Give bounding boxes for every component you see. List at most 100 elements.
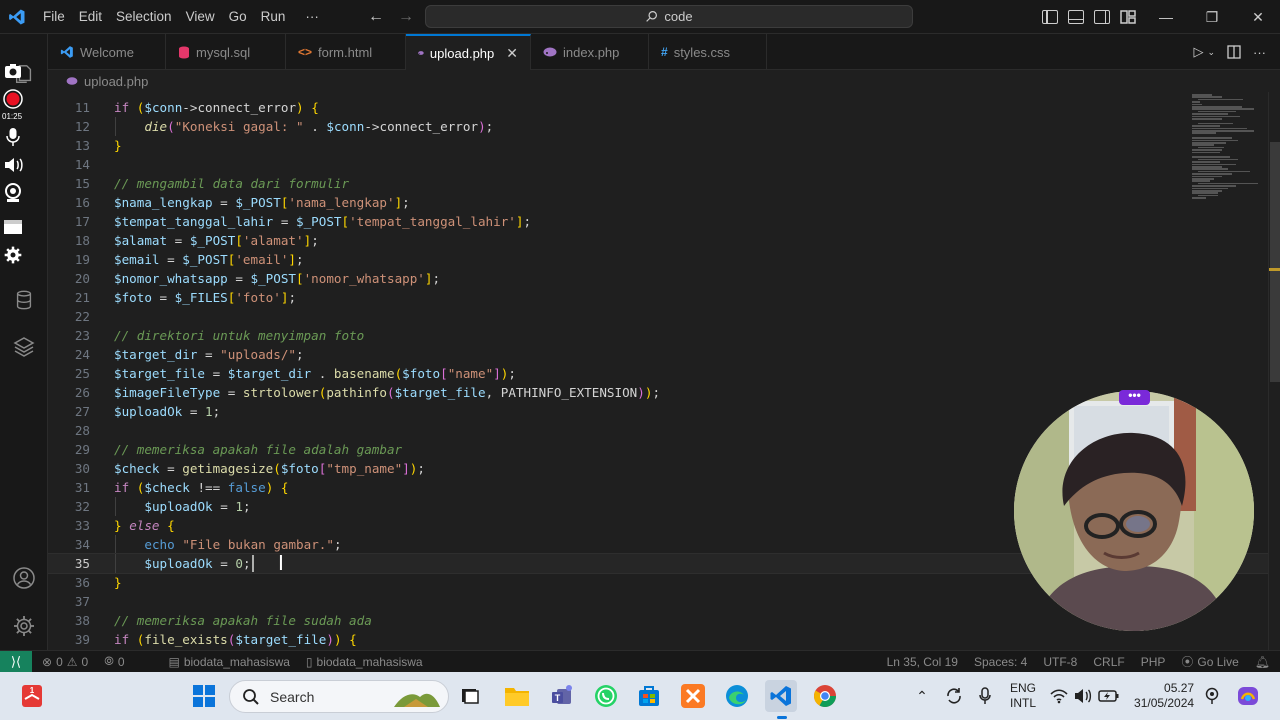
- account-icon[interactable]: [10, 564, 38, 592]
- notifications-bell-icon[interactable]: 🔔︎: [1247, 655, 1280, 669]
- camera-icon[interactable]: [2, 60, 24, 82]
- database-icon[interactable]: [10, 286, 38, 314]
- code-line[interactable]: 17 $tempat_tanggal_lahir = $_POST['tempat…: [48, 212, 1268, 231]
- code-line[interactable]: 26 $imageFileType = strtolower(pathinfo($…: [48, 383, 1268, 402]
- scrollbar-thumb[interactable]: [1270, 142, 1280, 382]
- toggle-secondary-sidebar-icon[interactable]: [1094, 10, 1110, 24]
- chevron-down-icon[interactable]: ⌄: [1207, 47, 1215, 58]
- start-windows-icon[interactable]: [188, 680, 220, 712]
- code-line[interactable]: 19 $email = $_POST['email'];: [48, 250, 1268, 269]
- speaker-icon[interactable]: [2, 154, 24, 176]
- whatsapp-icon[interactable]: [590, 680, 622, 712]
- chevron-up-icon[interactable]: ⌃: [910, 688, 934, 705]
- forward-arrow-icon[interactable]: →: [398, 8, 414, 26]
- encoding[interactable]: UTF-8: [1035, 655, 1085, 669]
- vertical-scrollbar[interactable]: [1268, 92, 1280, 650]
- tab-mysql-sql[interactable]: mysql.sql: [166, 34, 286, 70]
- breadcrumb-file[interactable]: upload.php: [84, 74, 148, 89]
- code-line[interactable]: 25 $target_file = $target_dir . basename(…: [48, 364, 1268, 383]
- code-line[interactable]: 16 $nama_lengkap = $_POST['nama_lengkap']…: [48, 193, 1268, 212]
- clock[interactable]: 05.27 31/05/2024: [1134, 681, 1194, 711]
- code-line[interactable]: 22: [48, 307, 1268, 326]
- run-icon[interactable]: ▷: [1193, 44, 1203, 60]
- code-line[interactable]: 20 $nomor_whatsapp = $_POST['nomor_whatsa…: [48, 269, 1268, 288]
- branch-indicator-2[interactable]: ▯ biodata_mahasiswa: [298, 655, 431, 669]
- code-line[interactable]: 12 die("Koneksi gagal: " . $conn->connect…: [48, 117, 1268, 136]
- tab-welcome[interactable]: Welcome: [48, 34, 166, 70]
- record-icon[interactable]: [2, 88, 24, 110]
- tab-upload-php[interactable]: upload.php ✕: [406, 34, 531, 70]
- toggle-primary-sidebar-icon[interactable]: [1042, 10, 1058, 24]
- microphone-icon[interactable]: [978, 686, 992, 706]
- warning-count: 0: [81, 654, 89, 669]
- volume-icon[interactable]: [1074, 688, 1092, 704]
- xampp-icon[interactable]: [677, 680, 709, 712]
- remote-indicator-icon[interactable]: ⟩⟨: [0, 650, 32, 673]
- code-line[interactable]: 24 $target_dir = "uploads/";: [48, 345, 1268, 364]
- tab-styles-css[interactable]: # styles.css: [649, 34, 767, 70]
- toggle-panel-icon[interactable]: [1068, 10, 1084, 24]
- ports-indicator[interactable]: ⦾ 0: [96, 654, 132, 669]
- line-code: echo "File bukan gambar.";: [144, 535, 341, 554]
- code-line[interactable]: 23 // direktori untuk menyimpan foto: [48, 326, 1268, 345]
- menu-file[interactable]: File: [36, 0, 72, 34]
- split-editor-icon[interactable]: [1227, 45, 1241, 59]
- indentation[interactable]: Spaces: 4: [966, 655, 1035, 669]
- task-view-icon[interactable]: [454, 680, 486, 712]
- back-arrow-icon[interactable]: ←: [368, 8, 384, 26]
- menu-view[interactable]: View: [179, 0, 222, 34]
- tab-form-html[interactable]: <> form.html: [286, 34, 406, 70]
- code-line[interactable]: 21 $foto = $_FILES['foto'];: [48, 288, 1268, 307]
- edge-browser-icon[interactable]: [721, 680, 753, 712]
- file-explorer-icon[interactable]: [501, 680, 533, 712]
- menu-edit[interactable]: Edit: [72, 0, 109, 34]
- keyboard-language[interactable]: ENG INTL: [1010, 681, 1036, 711]
- cursor-position[interactable]: Ln 35, Col 19: [879, 655, 966, 669]
- customize-layout-icon[interactable]: [1120, 10, 1136, 24]
- command-center[interactable]: code: [425, 5, 913, 28]
- chrome-icon[interactable]: [809, 680, 841, 712]
- system-tray: ⌃ ENG INTL 05.27 31/05/2024: [910, 672, 1260, 720]
- wifi-icon[interactable]: [1050, 688, 1068, 704]
- language-mode[interactable]: PHP: [1133, 655, 1174, 669]
- end-of-line[interactable]: CRLF: [1085, 655, 1132, 669]
- close-window-button[interactable]: ✕: [1235, 0, 1280, 34]
- menu-go[interactable]: Go: [222, 0, 254, 34]
- widgets-weather-icon[interactable]: 1: [16, 680, 48, 712]
- code-line[interactable]: 39 if (file_exists($target_file)) {: [48, 630, 1268, 649]
- code-line[interactable]: 13}: [48, 136, 1268, 155]
- code-line[interactable]: 14: [48, 155, 1268, 174]
- code-line[interactable]: 11 if ($conn->connect_error) {: [48, 98, 1268, 117]
- problems-indicator[interactable]: ⊗ 0 ⚠ 0: [32, 655, 96, 669]
- sync-icon[interactable]: [944, 686, 964, 706]
- microphone-icon[interactable]: [2, 126, 24, 148]
- location-icon[interactable]: [1204, 687, 1220, 705]
- minimap-line: [1192, 149, 1222, 151]
- webcam-menu-button[interactable]: •••: [1119, 389, 1150, 405]
- settings-gear-icon[interactable]: [10, 612, 38, 640]
- tab-index-php[interactable]: index.php: [531, 34, 649, 70]
- minimize-button[interactable]: —: [1143, 0, 1189, 34]
- battery-charging-icon[interactable]: [1098, 689, 1120, 703]
- menu-run[interactable]: Run: [254, 0, 293, 34]
- restore-button[interactable]: ❐: [1189, 0, 1235, 34]
- copilot-icon[interactable]: [1236, 684, 1260, 708]
- microsoft-store-icon[interactable]: [633, 680, 665, 712]
- code-line[interactable]: 18 $alamat = $_POST['alamat'];: [48, 231, 1268, 250]
- taskbar-search[interactable]: Search: [229, 680, 449, 713]
- screen-area-icon[interactable]: [2, 216, 24, 238]
- more-actions-icon[interactable]: ···: [1253, 45, 1266, 60]
- close-tab-icon[interactable]: ✕: [506, 45, 518, 62]
- branch-indicator-1[interactable]: ▤ biodata_mahasiswa: [161, 655, 298, 669]
- recorder-settings-icon[interactable]: [2, 244, 24, 266]
- teams-icon[interactable]: T: [547, 680, 579, 712]
- line-code: $alamat = $_POST['alamat'];: [114, 231, 319, 250]
- vscode-taskbar-icon[interactable]: [765, 680, 797, 712]
- code-line[interactable]: 15 // mengambil data dari formulir: [48, 174, 1268, 193]
- webcam-icon[interactable]: [2, 182, 24, 204]
- minimap[interactable]: [1188, 92, 1268, 202]
- layers-icon[interactable]: [10, 333, 38, 361]
- menu-selection[interactable]: Selection: [109, 0, 179, 34]
- go-live-button[interactable]: ⦿ Go Live: [1173, 653, 1246, 670]
- menu-more[interactable]: ···: [298, 0, 326, 34]
